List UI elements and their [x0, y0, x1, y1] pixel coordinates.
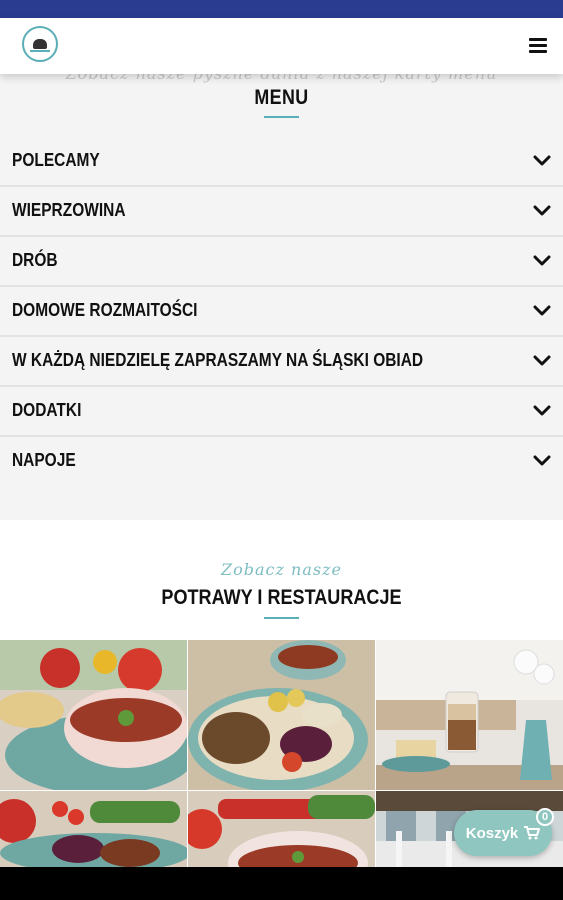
gallery-photo-soup-2[interactable]: [188, 791, 375, 867]
menu-category-wieprzowina[interactable]: WIEPRZOWINA: [0, 187, 563, 237]
site-header: [0, 18, 563, 74]
menu-category-label: DRÓB: [12, 250, 58, 270]
dishes-title-underline: [264, 617, 299, 619]
gallery-photo-coffee[interactable]: [376, 640, 563, 790]
menu-category-dodatki[interactable]: DODATKI: [0, 387, 563, 437]
cart-icon: [524, 826, 541, 840]
gallery-photo-soup[interactable]: [0, 640, 187, 790]
chevron-down-icon: [533, 155, 551, 166]
menu-category-slaski-obiad[interactable]: W KAŻDĄ NIEDZIELĘ ZAPRASZAMY NA ŚLĄSKI O…: [0, 337, 563, 387]
menu-category-label: NAPOJE: [12, 450, 76, 470]
menu-category-label: POLECAMY: [12, 150, 100, 170]
dishes-title: POTRAWY I RESTAURACJE: [161, 586, 402, 609]
menu-category-label: W KAŻDĄ NIEDZIELĘ ZAPRASZAMY NA ŚLĄSKI O…: [12, 350, 424, 370]
chevron-down-icon: [533, 355, 551, 366]
chevron-down-icon: [533, 305, 551, 316]
system-navigation-bar: [0, 867, 563, 900]
chevron-down-icon: [533, 205, 551, 216]
logo-decoration: [30, 49, 50, 52]
menu-category-label: WIEPRZOWINA: [12, 200, 126, 220]
chevron-down-icon: [533, 405, 551, 416]
menu-category-label: DODATKI: [12, 400, 82, 420]
menu-title-underline: [264, 116, 299, 118]
cart-label: Koszyk: [465, 824, 519, 842]
chevron-down-icon: [533, 455, 551, 466]
menu-category-label: DOMOWE ROZMAITOŚCI: [12, 300, 198, 320]
menu-category-domowe-rozmaitosci[interactable]: DOMOWE ROZMAITOŚCI: [0, 287, 563, 337]
cart-button[interactable]: Koszyk 0: [454, 808, 554, 856]
menu-title: MENU: [254, 86, 309, 109]
status-bar: [0, 0, 563, 18]
gallery-photo-vegetables[interactable]: [0, 791, 187, 867]
dishes-section: Zobacz nasze POTRAWY I RESTAURACJE: [0, 520, 563, 640]
cart-count-badge: 0: [536, 808, 554, 826]
menu-category-polecamy[interactable]: POLECAMY: [0, 137, 563, 187]
logo[interactable]: [22, 26, 58, 62]
menu-script-text: Zobacz nasze pyszne dania z naszej karty…: [0, 74, 563, 83]
chef-hat-icon: [33, 38, 47, 49]
chevron-down-icon: [533, 255, 551, 266]
menu-section: Zobacz nasze pyszne dania z naszej karty…: [0, 74, 563, 520]
menu-category-napoje[interactable]: NAPOJE: [0, 437, 563, 485]
dishes-script-title: Zobacz nasze: [221, 560, 342, 579]
menu-category-drob[interactable]: DRÓB: [0, 237, 563, 287]
gallery-photo-dinner-plate[interactable]: [188, 640, 375, 790]
menu-category-list: POLECAMY WIEPRZOWINA DRÓB DOMOWE ROZMAIT…: [0, 137, 563, 485]
hamburger-menu-icon[interactable]: [529, 38, 547, 54]
